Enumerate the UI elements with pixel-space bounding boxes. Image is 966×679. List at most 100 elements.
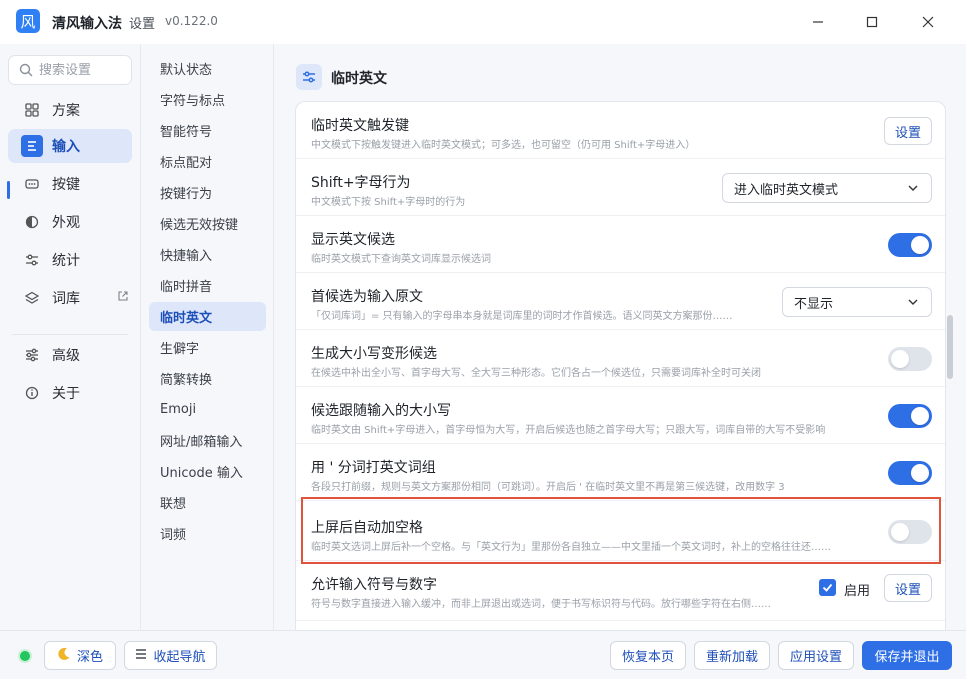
app-title: 清风输入法 (52, 16, 122, 32)
subnav-item-rare-chars[interactable]: 生僻字 (149, 333, 266, 362)
sidebar-divider (12, 334, 128, 335)
setting-description: 中文模式下按 Shift+字母时的行为 (311, 197, 466, 208)
toggle-knob (891, 523, 909, 541)
apostrophe-phrases-toggle[interactable] (888, 461, 932, 485)
status-indicator (20, 651, 30, 661)
scrollbar[interactable] (947, 315, 953, 379)
toggle-knob (911, 464, 929, 482)
title-bar: 风 清风输入法 · 设置 v0.122.0 (0, 0, 966, 44)
setting-description: 临时英文由 Shift+字母进入，首字母恒为大写，开启后候选也随之首字母大写；只… (311, 425, 826, 436)
allow-symbols-checkbox[interactable] (819, 579, 836, 596)
keyboard-icon (24, 176, 40, 192)
sidebar-item-advanced[interactable]: 高级 (8, 338, 132, 372)
allow-symbols-settings-button[interactable]: 设置 (884, 574, 932, 602)
sliders-icon (296, 64, 322, 90)
sliders-icon (24, 252, 40, 268)
sidebar-item-label: 外观 (52, 215, 80, 231)
sidebar-item-label: 方案 (52, 103, 80, 119)
select-value: 不显示 (794, 296, 834, 312)
check-icon (822, 583, 833, 592)
setting-row-apostrophe-phrases: 用 ' 分词打英文词组 各段只打前缀，规则与英文方案那份相同（可跳词）。开启后 … (296, 444, 945, 501)
case-variants-toggle[interactable] (888, 347, 932, 371)
toggle-knob (911, 407, 929, 425)
setting-row-auto-space: 上屏后自动加空格 临时英文选词上屏后补一个空格。与「英文行为」里那份各自独立——… (296, 501, 945, 561)
toggle-knob (891, 350, 909, 368)
setting-row-show-english-candidates: 显示英文候选 临时英文模式下查询英文词库显示候选词 (296, 216, 945, 273)
sidebar-item-label: 输入 (52, 139, 80, 155)
collapse-nav-button[interactable]: 收起导航 (124, 641, 217, 670)
subnav-item-url-email[interactable]: 网址/邮箱输入 (149, 426, 266, 455)
setting-description: 各段只打前缀，规则与英文方案那份相同（可跳词）。开启后 ' 在临时英文里不再是第… (311, 482, 785, 493)
subnav-item-temp-pinyin[interactable]: 临时拼音 (149, 271, 266, 300)
sidebar-item-label: 词库 (52, 291, 80, 307)
minimize-button[interactable] (795, 0, 841, 44)
subnav-item-smart-symbols[interactable]: 智能符号 (149, 116, 266, 145)
app-version: v0.122.0 (165, 14, 218, 28)
shift-behavior-select[interactable]: 进入临时英文模式 (722, 173, 932, 203)
restore-page-button[interactable]: 恢复本页 (610, 641, 686, 670)
close-button[interactable] (905, 0, 951, 44)
checkbox-label: 启用 (844, 584, 871, 599)
setting-title: 生成大小写变形候选 (311, 346, 437, 362)
maximize-icon (866, 16, 878, 28)
subnav-item-quick-input[interactable]: 快捷输入 (149, 240, 266, 269)
maximize-button[interactable] (849, 0, 895, 44)
dark-mode-button[interactable]: 深色 (44, 641, 116, 670)
search-input[interactable] (39, 62, 119, 78)
sidebar-item-appearance[interactable]: 外观 (8, 205, 132, 239)
subnav-item-word-freq[interactable]: 词频 (149, 519, 266, 548)
setting-row-shift-behavior: Shift+字母行为 中文模式下按 Shift+字母时的行为 进入临时英文模式 (296, 159, 945, 216)
sidebar-item-about[interactable]: 关于 (8, 376, 132, 410)
sidebar-item-input[interactable]: 输入 (8, 129, 132, 163)
app-logo: 风 (16, 9, 40, 33)
title-separator: · (119, 13, 123, 27)
chevron-down-icon (907, 182, 919, 198)
trigger-keys-settings-button[interactable]: 设置 (884, 117, 932, 145)
external-link-icon (118, 291, 128, 304)
setting-title: 首候选为输入原文 (311, 289, 423, 305)
auto-space-toggle[interactable] (888, 520, 932, 544)
reload-button[interactable]: 重新加载 (694, 641, 770, 670)
sidebar-item-label: 关于 (52, 386, 80, 402)
first-candidate-raw-select[interactable]: 不显示 (782, 287, 932, 317)
setting-title: 临时英文触发键 (311, 118, 409, 134)
subnav-item-association[interactable]: 联想 (149, 488, 266, 517)
info-icon (24, 385, 40, 401)
subnav-item-key-behavior[interactable]: 按键行为 (149, 178, 266, 207)
moon-icon (57, 647, 71, 665)
sidebar-item-keys[interactable]: 按键 (8, 167, 132, 201)
bottom-bar: 深色 收起导航 恢复本页 重新加载 应用设置 保存并退出 (0, 630, 966, 679)
subnav-item-emoji[interactable]: Emoji (149, 395, 266, 424)
setting-row-follow-case: 候选跟随输入的大小写 临时英文由 Shift+字母进入，首字母恒为大写，开启后候… (296, 387, 945, 444)
grid-icon (24, 102, 40, 118)
apply-settings-button[interactable]: 应用设置 (778, 641, 854, 670)
setting-description: 临时英文模式下查询英文词库显示候选词 (311, 254, 491, 265)
search-box[interactable] (8, 55, 132, 85)
section-title: 临时英文 (331, 71, 387, 87)
setting-title: 用 ' 分词打英文词组 (311, 460, 436, 476)
setting-row-allow-symbols: 允许输入符号与数字 符号与数字直接进入输入缓冲，而非上屏退出或选词，便于书写标识… (296, 561, 945, 621)
subnav-item-default-state[interactable]: 默认状态 (149, 54, 266, 83)
subnav-item-unicode[interactable]: Unicode 输入 (149, 457, 266, 486)
chevron-down-icon (907, 296, 919, 312)
subnav-item-chars-punct[interactable]: 字符与标点 (149, 85, 266, 114)
sidebar-item-dictionary[interactable]: 词库 (8, 281, 132, 315)
sidebar-item-stats[interactable]: 统计 (8, 243, 132, 277)
setting-title: 上屏后自动加空格 (311, 520, 423, 536)
setting-description: 「仅词库词」= 只有输入的字母串本身就是词库里的词时才作首候选。语义同英文方案那… (311, 311, 733, 322)
subnav-item-simp-trad[interactable]: 简繁转换 (149, 364, 266, 393)
settings-card: 临时英文触发键 中文模式下按触发键进入临时英文模式；可多选，也可留空（仍可用 S… (295, 101, 946, 641)
search-icon (19, 63, 33, 77)
setting-description: 在候选中补出全小写、首字母大写、全大写三种形态。它们各占一个候选位，只需要词库补… (311, 368, 761, 379)
subnav-item-invalid-keys[interactable]: 候选无效按键 (149, 209, 266, 238)
setting-description: 符号与数字直接进入输入缓冲，而非上屏退出或选词，便于书写标识符与代码。放行哪些字… (311, 599, 771, 610)
setting-description: 中文模式下按触发键进入临时英文模式；可多选，也可留空（仍可用 Shift+字母进… (311, 140, 696, 151)
subnav-item-punct-pairing[interactable]: 标点配对 (149, 147, 266, 176)
show-english-candidates-toggle[interactable] (888, 233, 932, 257)
save-and-exit-button[interactable]: 保存并退出 (862, 641, 952, 670)
minimize-icon (813, 21, 823, 23)
subnav: 默认状态 字符与标点 智能符号 标点配对 按键行为 候选无效按键 快捷输入 临时… (140, 44, 274, 630)
subnav-item-temp-english[interactable]: 临时英文 (149, 302, 266, 331)
follow-case-toggle[interactable] (888, 404, 932, 428)
sidebar-item-scheme[interactable]: 方案 (8, 93, 132, 127)
